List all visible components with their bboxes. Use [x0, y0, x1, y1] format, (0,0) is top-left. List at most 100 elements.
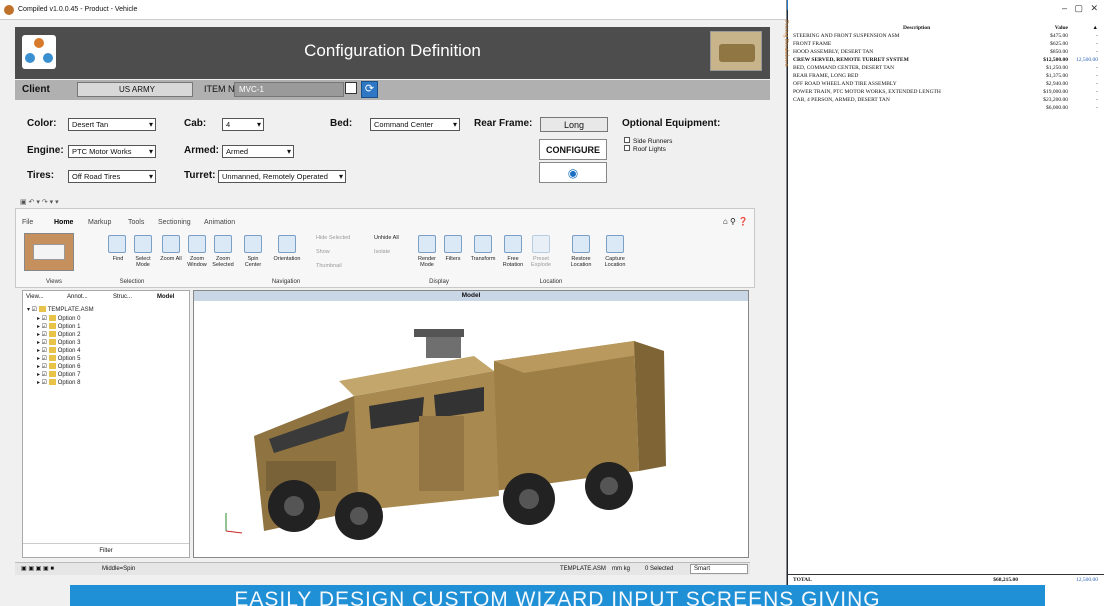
render-mode-icon[interactable] [418, 235, 436, 253]
color-select[interactable]: Desert Tan [68, 118, 156, 131]
tree-item[interactable]: ▸ ☑ Option 2 [37, 331, 80, 339]
tree-tab-struc[interactable]: Struc... [113, 294, 132, 300]
total-divider [788, 574, 1104, 575]
cab-label: Cab: [184, 118, 207, 129]
armed-select[interactable]: Armed [222, 145, 294, 158]
capture-location-icon[interactable] [606, 235, 624, 253]
engine-select[interactable]: PTC Motor Works [68, 145, 156, 158]
tab-markup[interactable]: Markup [88, 219, 111, 226]
side-runners-option[interactable]: Side Runners [624, 137, 672, 145]
group-location: Location [539, 279, 563, 285]
group-display: Display [429, 279, 449, 285]
client-field[interactable]: US ARMY [77, 82, 193, 97]
help-icon[interactable]: ⌂ ⚲ ❓ [723, 217, 748, 226]
tree-tab-model[interactable]: Model [157, 294, 174, 300]
tree-root[interactable]: ▾ ☑ TEMPLATE.ASM [27, 306, 94, 314]
color-label: Color: [27, 118, 57, 129]
render-mode-label: Render Mode [417, 256, 437, 268]
free-rotation-icon[interactable] [504, 235, 522, 253]
pricing-row: POWER TRAIN, PTC MOTOR WORKS, EXTENDED L… [793, 89, 1098, 95]
status-asm: TEMPLATE.ASM [560, 566, 606, 572]
pricing-row: CAB, 4 PERSON, ARMED, DESERT TAN $23,200.… [793, 97, 1098, 103]
status-selected: 0 Selected [645, 566, 674, 572]
capture-location-label: Capture Location [604, 256, 626, 268]
select-mode-icon[interactable] [134, 235, 152, 253]
tires-label: Tires: [27, 170, 55, 181]
status-bar: ▣ ▣ ▣ ▣ ■ Middle=Spin TEMPLATE.ASM mm kg… [15, 562, 750, 575]
turret-label: Turret: [184, 170, 216, 181]
client-label: Client [22, 84, 50, 95]
ribbon: File Home Markup Tools Sectioning Animat… [15, 208, 755, 288]
view-mode-icons[interactable]: ▣ ▣ ▣ ▣ ■ [21, 565, 54, 572]
view-eye-button[interactable]: ◉ [539, 162, 607, 183]
spin-center-icon[interactable] [244, 235, 262, 253]
orientation-icon[interactable] [278, 235, 296, 253]
promo-banner: EASILY DESIGN CUSTOM WIZARD INPUT SCREEN… [70, 585, 1045, 606]
tab-tools[interactable]: Tools [128, 219, 144, 226]
pricing-total: TOTAL $68,215.00 12,500.00 [793, 577, 1098, 583]
page-title: Configuration Definition [304, 41, 481, 60]
tree-item[interactable]: ▸ ☑ Option 0 [37, 315, 80, 323]
spin-center-label: Spin Center [244, 256, 262, 268]
filters-icon[interactable] [444, 235, 462, 253]
turret-select[interactable]: Unmanned, Remotely Operated [218, 170, 346, 183]
thumbnail-button[interactable]: Thumbnail [316, 263, 366, 269]
restore-location-icon[interactable] [572, 235, 590, 253]
selection-filter[interactable]: Smart [690, 564, 748, 574]
filters-label: Filters [445, 256, 461, 262]
hide-selected-button[interactable]: Hide Selected [316, 235, 371, 241]
rear-frame-label: Rear Frame: [474, 118, 533, 129]
find-icon[interactable] [108, 235, 126, 253]
refresh-icon[interactable]: ⟳ [361, 81, 378, 98]
zoom-all-icon[interactable] [162, 235, 180, 253]
isolate-button[interactable]: Isolate [374, 249, 414, 255]
transform-label: Transform [470, 256, 496, 262]
pricing-header: Description Value ▲ [903, 25, 1098, 31]
roof-lights-option[interactable]: Roof Lights [624, 145, 666, 153]
item-no-field[interactable]: MVC-1 [234, 82, 344, 97]
tree-item[interactable]: ▸ ☑ Option 6 [37, 363, 80, 371]
filter-label[interactable]: Filter [23, 543, 189, 557]
tree-item[interactable]: ▸ ☑ Option 3 [37, 339, 80, 347]
vehicle-model[interactable] [194, 301, 748, 557]
cab-select[interactable]: 4 [222, 118, 264, 131]
window-title: Compiled v1.0.0.45 - Product - Vehicle [18, 6, 138, 13]
preset-explode-label: Preset Explode [531, 256, 551, 268]
config-header: Configuration Definition [15, 27, 770, 79]
zoom-all-label: Zoom All [160, 256, 182, 262]
tab-home[interactable]: Home [54, 219, 73, 226]
tab-sectioning[interactable]: Sectioning [158, 219, 191, 226]
tree-tab-view[interactable]: View... [26, 294, 44, 300]
pricing-row: $6,000.00- [1046, 105, 1098, 111]
configure-button[interactable]: CONFIGURE [539, 139, 607, 160]
tree-tab-annot[interactable]: Annot... [67, 294, 88, 300]
window-controls[interactable]: – ▢ ✕ [1062, 3, 1098, 14]
tree-item[interactable]: ▸ ☑ Option 7 [37, 371, 80, 379]
views-gallery[interactable] [24, 233, 74, 271]
zoom-window-label: Zoom Window [187, 256, 207, 268]
tree-item[interactable]: ▸ ☑ Option 5 [37, 355, 80, 363]
transform-icon[interactable] [474, 235, 492, 253]
show-button[interactable]: Show [316, 249, 356, 255]
model-viewport[interactable]: Model [193, 290, 749, 558]
tree-item[interactable]: ▸ ☑ Option 1 [37, 323, 80, 331]
model-title: Model [194, 291, 748, 301]
unhide-all-button[interactable]: Unhide All [374, 235, 414, 241]
tab-animation[interactable]: Animation [204, 219, 235, 226]
bed-select[interactable]: Command Center [370, 118, 460, 131]
tab-file[interactable]: File [22, 219, 33, 226]
zoom-window-icon[interactable] [188, 235, 206, 253]
tree-item[interactable]: ▸ ☑ Option 8 [37, 379, 80, 387]
zoom-selected-icon[interactable] [214, 235, 232, 253]
armed-label: Armed: [184, 145, 220, 156]
item-lookup-button[interactable] [345, 82, 357, 94]
orientation-label: Orientation [273, 256, 301, 262]
quick-access-toolbar[interactable]: ▣ ↶ ▾ ↷ ▾ ▾ [20, 198, 59, 206]
tires-select[interactable]: Off Road Tires [68, 170, 156, 183]
tree-item[interactable]: ▸ ☑ Option 4 [37, 347, 80, 355]
pricing-row: STEERING AND FRONT SUSPENSION ASM $475.00… [793, 33, 1098, 39]
pricing-row: CREW SERVED, REMOTE TURRET SYSTEM $12,500… [793, 57, 1098, 63]
title-bar: Compiled v1.0.0.45 - Product - Vehicle [0, 0, 786, 20]
engine-label: Engine: [27, 145, 64, 156]
preset-explode-icon[interactable] [532, 235, 550, 253]
